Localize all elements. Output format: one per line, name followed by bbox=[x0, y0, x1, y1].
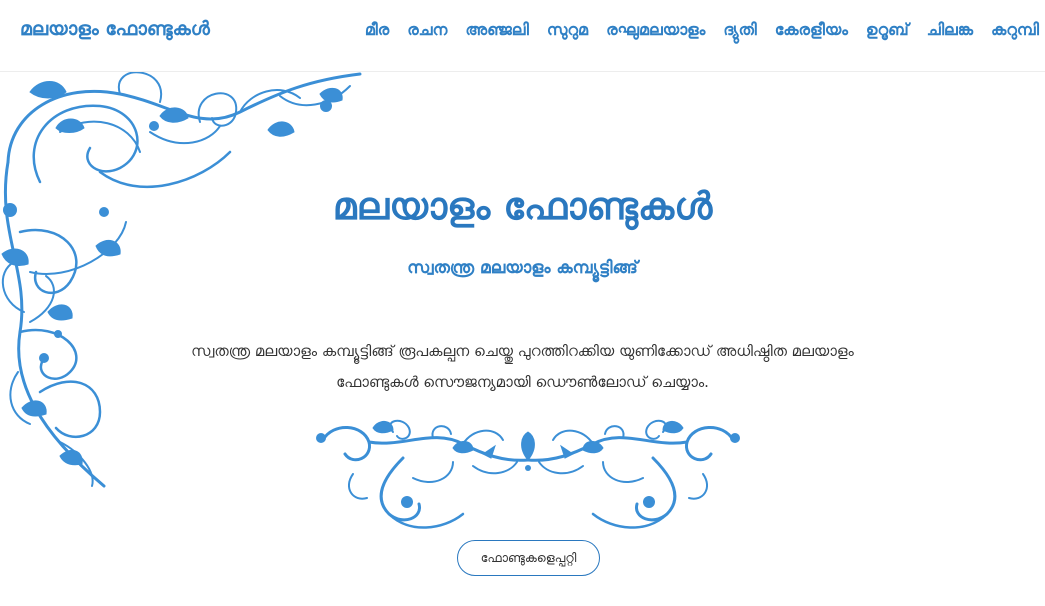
brand-link[interactable]: മലയാളം ഫോണ്ടുകൾ bbox=[20, 18, 210, 40]
hero-subtitle: സ്വതന്ത്ര മലയാളം കമ്പ്യൂട്ടിങ്ങ് bbox=[407, 258, 638, 278]
page: മലയാളം ഫോണ്ടുകൾ മീര രചന അഞ്ജലി സുറുമ രഘു… bbox=[0, 0, 1045, 606]
nav-link-anjali[interactable]: അഞ്ജലി bbox=[465, 20, 529, 40]
nav-link-suruma[interactable]: സുറുമ bbox=[547, 20, 588, 40]
about-fonts-button[interactable]: ഫോണ്ടുകളെപ്പറ്റി bbox=[457, 540, 600, 576]
nav-link-karumbi[interactable]: കറുമ്പി bbox=[991, 20, 1039, 40]
floral-divider-ornament-icon bbox=[316, 419, 740, 529]
nav-link-chilanka[interactable]: ചിലങ്ക bbox=[927, 20, 973, 40]
nav-link-keraleeyam[interactable]: കേരളീയം bbox=[775, 20, 848, 40]
nav-links: മീര രചന അഞ്ജലി സുറുമ രഘുമലയാളം ദ്യുതി കേ… bbox=[365, 20, 1039, 40]
nav-link-meera[interactable]: മീര bbox=[365, 20, 389, 40]
hero-description: സ്വതന്ത്ര മലയാളം കമ്പ്യൂട്ടിങ്ങ് രൂപകല്പ… bbox=[191, 342, 854, 391]
nav-link-rachana[interactable]: രചന bbox=[407, 20, 447, 40]
top-navbar: മലയാളം ഫോണ്ടുകൾ മീര രചന അഞ്ജലി സുറുമ രഘു… bbox=[0, 0, 1045, 72]
nav-link-dyuthi[interactable]: ദ്യുതി bbox=[723, 20, 756, 40]
nav-link-raghumalayalam[interactable]: രഘുമലയാളം bbox=[606, 20, 705, 40]
nav-link-uroob[interactable]: ഉറൂബ് bbox=[866, 20, 909, 40]
hero-title: മലയാളം ഫോണ്ടുകൾ bbox=[332, 184, 713, 228]
